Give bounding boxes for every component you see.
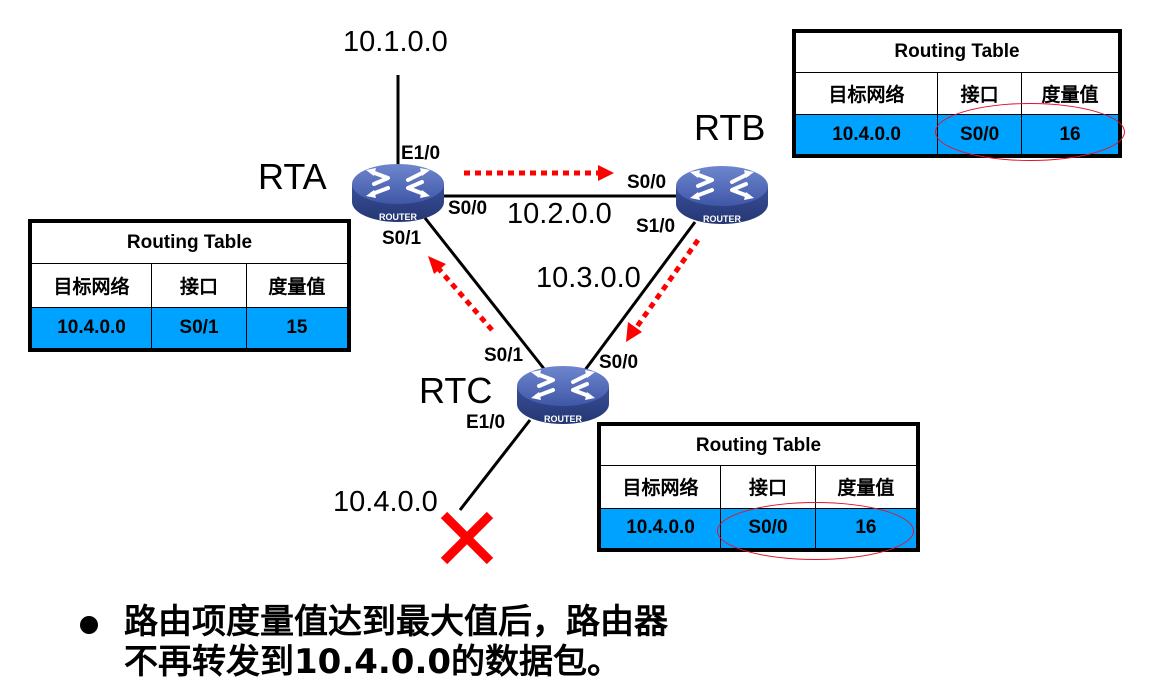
cell-destination: 10.4.0.0 [599, 507, 722, 550]
cell-destination: 10.4.0.0 [30, 306, 153, 350]
iface-rtb-s1-0: S1/0 [636, 216, 676, 237]
cell-metric: 16 [814, 507, 918, 550]
routing-table-rta: Routing Table 目标网络 接口 度量值 10.4.0.0 S0/1 … [28, 219, 351, 352]
cell-destination: 10.4.0.0 [794, 114, 939, 155]
table-row: 10.4.0.0 S0/1 15 [30, 306, 349, 350]
col-header-destination: 目标网络 [794, 71, 939, 116]
link-rtb-rtc [583, 221, 697, 371]
col-header-destination: 目标网络 [599, 465, 722, 509]
router-rtc-name: RTC [419, 370, 493, 411]
iface-rtb-s0-0: S0/0 [627, 172, 667, 193]
router-rta-name: RTA [258, 156, 327, 197]
router-rta-badge: ROUTER [379, 212, 418, 222]
routing-table-rtc: Routing Table 目标网络 接口 度量值 10.4.0.0 S0/0 … [597, 422, 920, 552]
bullet-line-1: 路由项度量值达到最大值后，路由器 [124, 602, 668, 642]
cell-interface: S0/0 [937, 114, 1023, 155]
col-header-metric: 度量值 [1021, 71, 1119, 116]
routing-table-title: Routing Table [600, 424, 917, 467]
bullet-line-2: 不再转发到10.4.0.0的数据包。 [124, 642, 622, 682]
iface-rtc-s0-0: S0/0 [599, 352, 639, 373]
col-header-interface: 接口 [937, 71, 1023, 116]
cell-interface: S0/1 [151, 306, 247, 350]
router-rtb-name: RTB [694, 107, 766, 148]
router-rta-icon[interactable]: ROUTER [350, 162, 446, 224]
router-rtb-badge: ROUTER [703, 214, 742, 224]
iface-rta-e1-0: E1/0 [401, 143, 441, 164]
iface-rta-s0-0: S0/0 [448, 198, 488, 219]
col-header-interface: 接口 [720, 465, 816, 509]
col-header-destination: 目标网络 [30, 263, 153, 308]
router-rtb-icon[interactable]: ROUTER [674, 164, 770, 226]
network-label-10-4: 10.4.0.0 [333, 486, 438, 518]
routing-table-rtb: Routing Table 目标网络 接口 度量值 10.4.0.0 S0/0 … [792, 29, 1122, 158]
iface-rta-s0-1: S0/1 [382, 228, 422, 249]
routing-table-title: Routing Table [31, 221, 348, 265]
cell-metric: 15 [245, 306, 349, 350]
cell-metric: 16 [1021, 114, 1119, 155]
table-row: 10.4.0.0 S0/0 16 [794, 114, 1119, 155]
cell-interface: S0/0 [720, 507, 816, 550]
col-header-interface: 接口 [151, 263, 247, 308]
iface-rtc-s0-1: S0/1 [484, 345, 524, 366]
router-rtc-icon[interactable]: ROUTER [515, 364, 611, 426]
network-label-10-3: 10.3.0.0 [536, 262, 641, 294]
router-rtc-badge: ROUTER [544, 414, 583, 424]
table-row: 10.4.0.0 S0/0 16 [599, 507, 918, 550]
col-header-metric: 度量值 [245, 263, 349, 308]
link-failure-x-icon [440, 511, 494, 565]
update-arrow-rta-to-rtb [464, 165, 614, 181]
bullet-dot-icon [80, 616, 98, 634]
network-label-10-1: 10.1.0.0 [343, 26, 448, 58]
iface-rtc-e1-0: E1/0 [466, 412, 506, 433]
col-header-metric: 度量值 [814, 465, 918, 509]
network-label-10-2: 10.2.0.0 [507, 198, 612, 230]
routing-table-title: Routing Table [795, 32, 1119, 73]
